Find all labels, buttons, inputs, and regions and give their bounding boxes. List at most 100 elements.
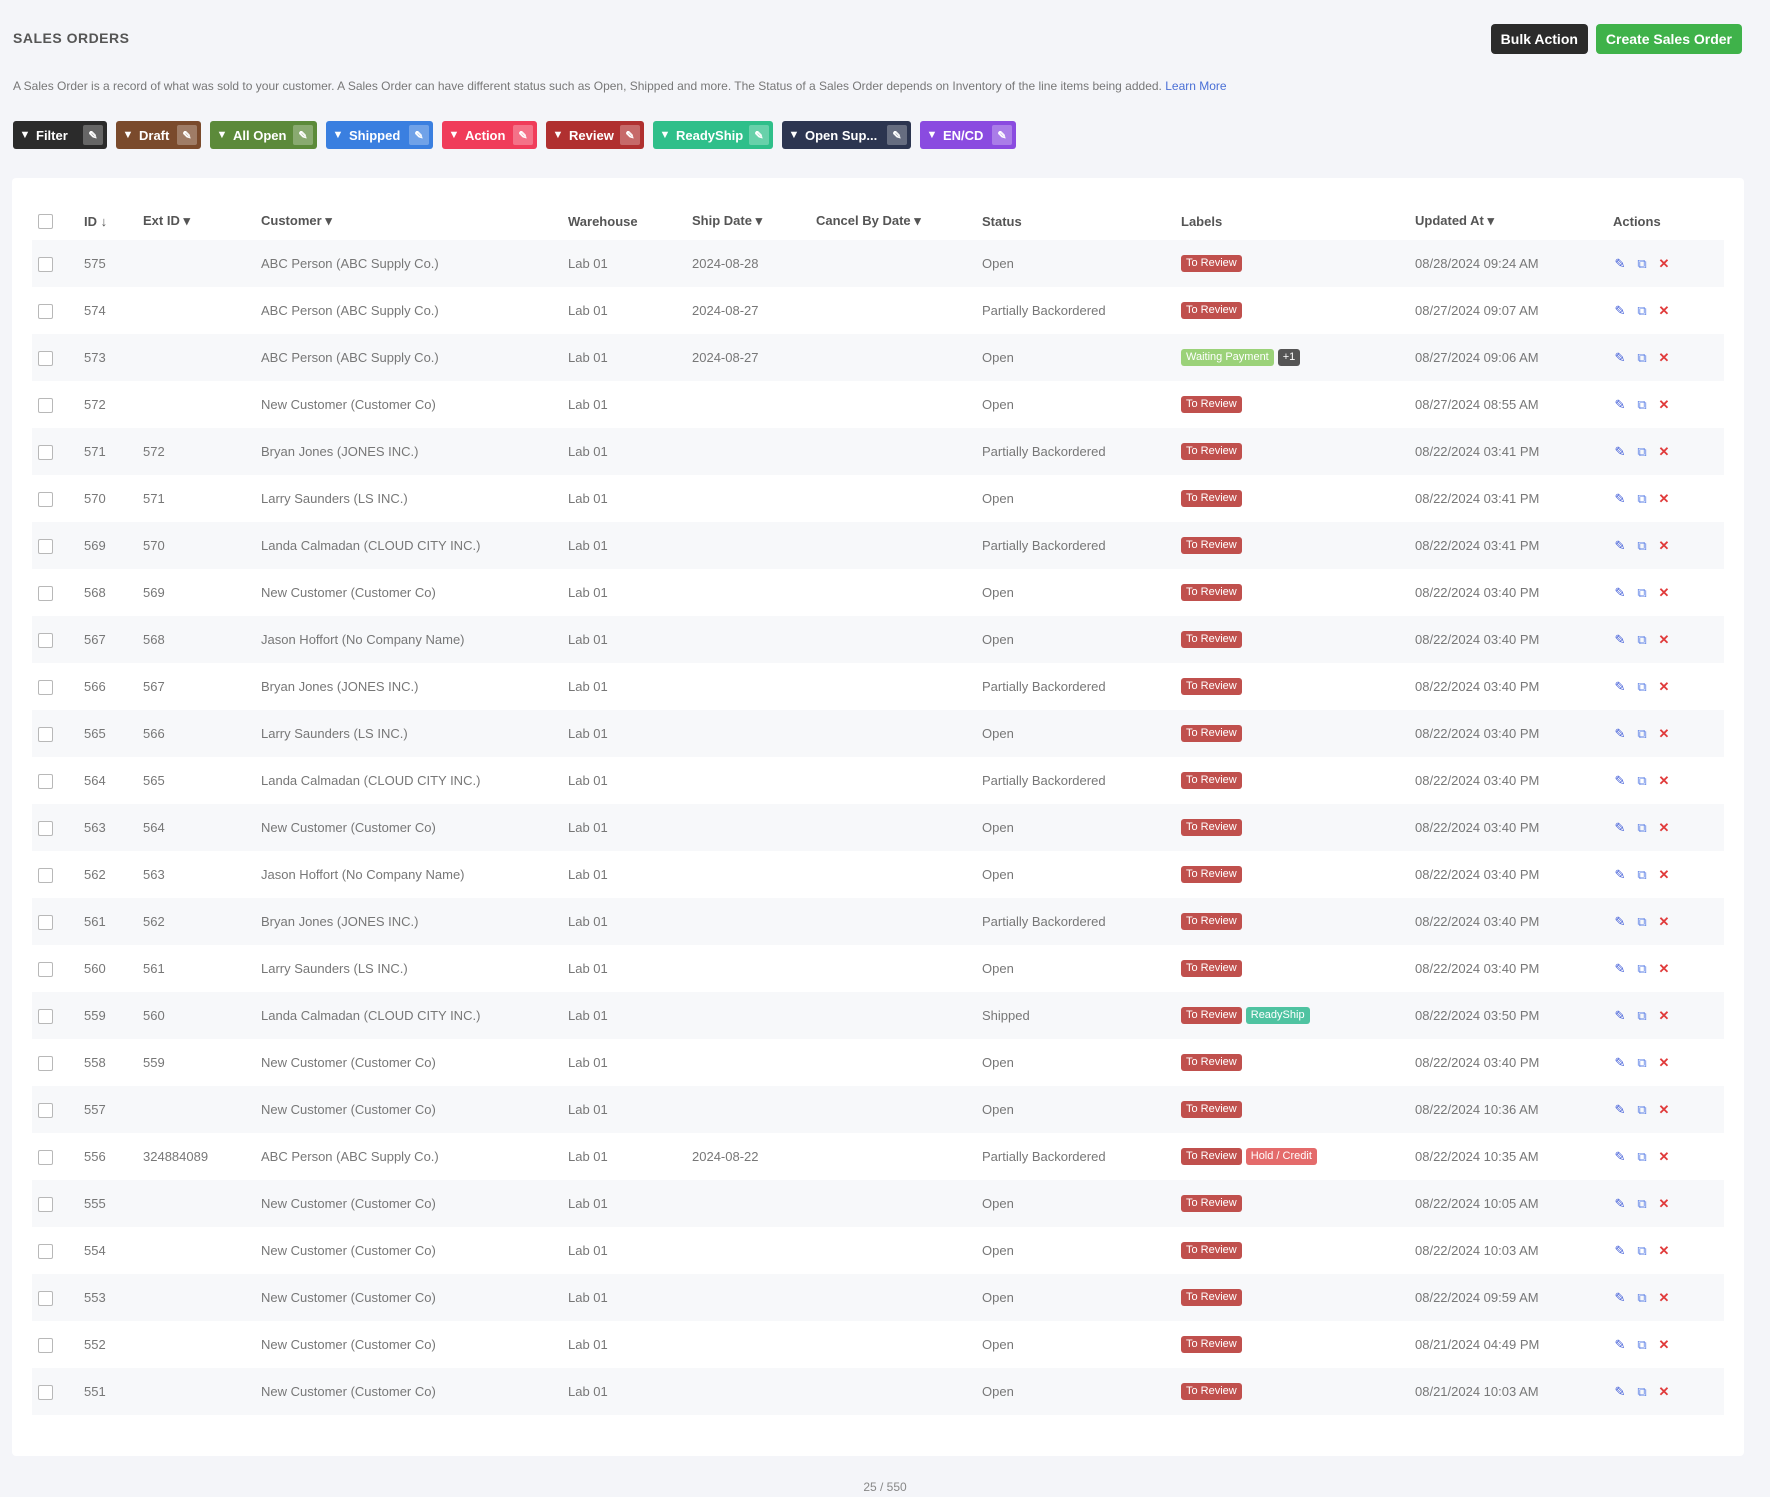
cell-id[interactable]: 563: [78, 804, 137, 851]
delete-icon[interactable]: ✕: [1657, 1290, 1671, 1306]
edit-icon[interactable]: ✎: [1613, 444, 1627, 460]
duplicate-icon[interactable]: ⧉: [1635, 773, 1649, 789]
duplicate-icon[interactable]: ⧉: [1635, 914, 1649, 930]
edit-icon[interactable]: ✎: [1613, 1149, 1627, 1165]
delete-icon[interactable]: ✕: [1657, 256, 1671, 272]
table-row[interactable]: 560 561 Larry Saunders (LS INC.) Lab 01 Open…: [32, 945, 1724, 992]
duplicate-icon[interactable]: ⧉: [1635, 397, 1649, 413]
edit-icon[interactable]: ✎: [1613, 1196, 1627, 1212]
delete-icon[interactable]: ✕: [1657, 1055, 1671, 1071]
row-checkbox[interactable]: [38, 1102, 53, 1118]
edit-icon[interactable]: ✎: [1613, 820, 1627, 836]
row-checkbox[interactable]: [38, 1243, 53, 1259]
duplicate-icon[interactable]: ⧉: [1635, 303, 1649, 319]
cell-id[interactable]: 562: [78, 851, 137, 898]
delete-icon[interactable]: ✕: [1657, 726, 1671, 742]
table-row[interactable]: 566 567 Bryan Jones (JONES INC.) Lab 01 Part…: [32, 663, 1724, 710]
delete-icon[interactable]: ✕: [1657, 397, 1671, 413]
select-all-header[interactable]: [32, 202, 78, 240]
row-checkbox[interactable]: [38, 820, 53, 836]
row-checkbox[interactable]: [38, 444, 53, 460]
row-checkbox[interactable]: [38, 1008, 53, 1024]
edit-icon[interactable]: ✎: [1613, 303, 1627, 319]
cell-id[interactable]: 565: [78, 710, 137, 757]
cell-id[interactable]: 573: [78, 334, 137, 381]
cell-id[interactable]: 561: [78, 898, 137, 945]
cell-id[interactable]: 556: [78, 1133, 137, 1180]
row-checkbox[interactable]: [38, 303, 53, 319]
duplicate-icon[interactable]: ⧉: [1635, 350, 1649, 366]
delete-icon[interactable]: ✕: [1657, 961, 1671, 977]
delete-icon[interactable]: ✕: [1657, 1337, 1671, 1353]
edit-icon[interactable]: ✎: [1613, 397, 1627, 413]
duplicate-icon[interactable]: ⧉: [1635, 632, 1649, 648]
duplicate-icon[interactable]: ⧉: [1635, 726, 1649, 742]
bulk-action-button[interactable]: Bulk Action: [1490, 24, 1588, 54]
edit-icon[interactable]: ✎: [1613, 632, 1627, 648]
duplicate-icon[interactable]: ⧉: [1635, 256, 1649, 272]
table-row[interactable]: 555 New Customer (Customer Co) Lab 01 Open T…: [32, 1180, 1724, 1227]
row-checkbox[interactable]: [38, 1196, 53, 1212]
edit-icon[interactable]: ✎: [992, 125, 1012, 145]
delete-icon[interactable]: ✕: [1657, 914, 1671, 930]
table-row[interactable]: 565 566 Larry Saunders (LS INC.) Lab 01 Open…: [32, 710, 1724, 757]
cell-id[interactable]: 568: [78, 569, 137, 616]
duplicate-icon[interactable]: ⧉: [1635, 538, 1649, 554]
cell-id[interactable]: 559: [78, 992, 137, 1039]
row-checkbox[interactable]: [38, 914, 53, 930]
table-row[interactable]: 569 570 Landa Calmadan (CLOUD CITY INC.) La…: [32, 522, 1724, 569]
table-row[interactable]: 561 562 Bryan Jones (JONES INC.) Lab 01 Part…: [32, 898, 1724, 945]
cell-id[interactable]: 552: [78, 1321, 137, 1368]
row-checkbox[interactable]: [38, 1055, 53, 1071]
duplicate-icon[interactable]: ⧉: [1635, 1290, 1649, 1306]
delete-icon[interactable]: ✕: [1657, 444, 1671, 460]
edit-icon[interactable]: ✎: [749, 125, 769, 145]
edit-icon[interactable]: ✎: [1613, 961, 1627, 977]
delete-icon[interactable]: ✕: [1657, 1102, 1671, 1118]
table-row[interactable]: 575 ABC Person (ABC Supply Co.) Lab 01 2024…: [32, 240, 1724, 287]
table-row[interactable]: 551 New Customer (Customer Co) Lab 01 Open T…: [32, 1368, 1724, 1415]
table-row[interactable]: 556 324884089 ABC Person (ABC Supply Co.) L…: [32, 1133, 1724, 1180]
row-checkbox[interactable]: [38, 961, 53, 977]
duplicate-icon[interactable]: ⧉: [1635, 1102, 1649, 1118]
edit-icon[interactable]: ✎: [620, 125, 640, 145]
table-row[interactable]: 570 571 Larry Saunders (LS INC.) Lab 01 Open…: [32, 475, 1724, 522]
filter-chip[interactable]: ▼ Open Sup... ✎: [782, 121, 911, 149]
duplicate-icon[interactable]: ⧉: [1635, 1337, 1649, 1353]
cell-id[interactable]: 574: [78, 287, 137, 334]
delete-icon[interactable]: ✕: [1657, 1243, 1671, 1259]
row-checkbox[interactable]: [38, 538, 53, 554]
row-checkbox[interactable]: [38, 679, 53, 695]
col-customer[interactable]: Customer ▾: [255, 202, 562, 240]
table-row[interactable]: 559 560 Landa Calmadan (CLOUD CITY INC.) La…: [32, 992, 1724, 1039]
table-row[interactable]: 552 New Customer (Customer Co) Lab 01 Open T…: [32, 1321, 1724, 1368]
edit-icon[interactable]: ✎: [1613, 585, 1627, 601]
edit-icon[interactable]: ✎: [1613, 867, 1627, 883]
edit-icon[interactable]: ✎: [409, 125, 429, 145]
table-row[interactable]: 574 ABC Person (ABC Supply Co.) Lab 01 2024…: [32, 287, 1724, 334]
row-checkbox[interactable]: [38, 491, 53, 507]
col-updated-at[interactable]: Updated At ▾: [1409, 202, 1607, 240]
delete-icon[interactable]: ✕: [1657, 1008, 1671, 1024]
table-row[interactable]: 557 New Customer (Customer Co) Lab 01 Open T…: [32, 1086, 1724, 1133]
delete-icon[interactable]: ✕: [1657, 491, 1671, 507]
cell-id[interactable]: 554: [78, 1227, 137, 1274]
table-row[interactable]: 564 565 Landa Calmadan (CLOUD CITY INC.) La…: [32, 757, 1724, 804]
cell-id[interactable]: 572: [78, 381, 137, 428]
row-checkbox[interactable]: [38, 632, 53, 648]
col-ext-id[interactable]: Ext ID ▾: [137, 202, 255, 240]
edit-icon[interactable]: ✎: [1613, 256, 1627, 272]
row-checkbox[interactable]: [38, 256, 53, 272]
duplicate-icon[interactable]: ⧉: [1635, 1384, 1649, 1400]
table-row[interactable]: 558 559 New Customer (Customer Co) Lab 01 Op…: [32, 1039, 1724, 1086]
edit-icon[interactable]: ✎: [1613, 538, 1627, 554]
table-row[interactable]: 572 New Customer (Customer Co) Lab 01 Open T…: [32, 381, 1724, 428]
edit-icon[interactable]: ✎: [1613, 1102, 1627, 1118]
col-cancel-by-date[interactable]: Cancel By Date ▾: [810, 202, 976, 240]
row-checkbox[interactable]: [38, 1384, 53, 1400]
row-checkbox[interactable]: [38, 726, 53, 742]
table-row[interactable]: 553 New Customer (Customer Co) Lab 01 Open T…: [32, 1274, 1724, 1321]
learn-more-link[interactable]: Learn More: [1165, 79, 1226, 93]
duplicate-icon[interactable]: ⧉: [1635, 820, 1649, 836]
row-checkbox[interactable]: [38, 1149, 53, 1165]
